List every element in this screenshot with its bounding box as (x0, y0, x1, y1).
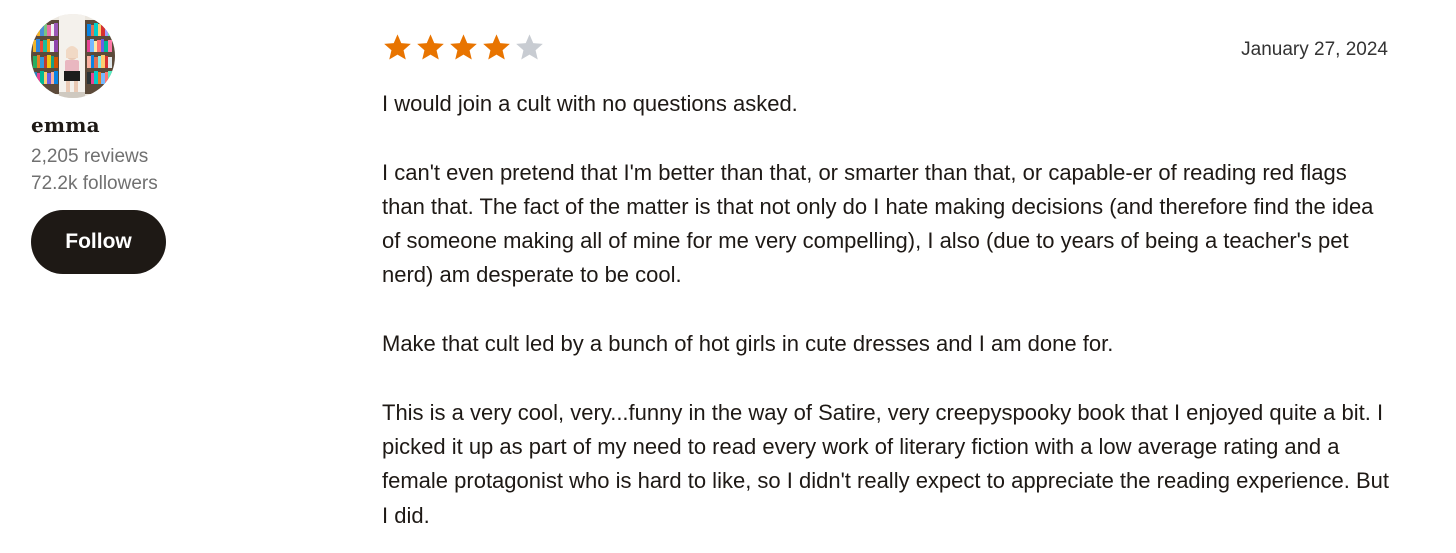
follow-button[interactable]: Follow (31, 210, 166, 274)
review-card: emma 2,205 reviews 72.2k followers Follo… (0, 0, 1456, 553)
star-filled-icon (384, 34, 411, 60)
rating-row: January 27, 2024 (382, 30, 1392, 70)
avatar[interactable] (31, 14, 115, 98)
reviewer-name[interactable]: emma (31, 112, 231, 138)
star-filled-icon (450, 34, 477, 60)
star-filled-icon (483, 34, 510, 60)
reviews-count: 2,205 reviews (31, 146, 149, 167)
review-paragraph: I can't even pretend that I'm better tha… (382, 159, 1374, 288)
review-date[interactable]: January 27, 2024 (1241, 39, 1388, 61)
review-paragraph: This is a very cool, very...funny in the… (382, 399, 1390, 528)
review-text: I would join a cult with no questions as… (382, 87, 1392, 533)
star-empty-icon (516, 34, 543, 60)
avatar-image (31, 14, 115, 98)
followers-count: 72.2k followers (31, 173, 158, 194)
review-paragraph: I would join a cult with no questions as… (382, 91, 798, 116)
star-rating (382, 32, 545, 63)
reviewer-profile: emma 2,205 reviews 72.2k followers Follo… (31, 14, 231, 274)
review-content: January 27, 2024 I would join a cult wit… (382, 30, 1392, 553)
star-filled-icon (417, 34, 444, 60)
review-paragraph: Make that cult led by a bunch of hot gir… (382, 331, 1114, 357)
